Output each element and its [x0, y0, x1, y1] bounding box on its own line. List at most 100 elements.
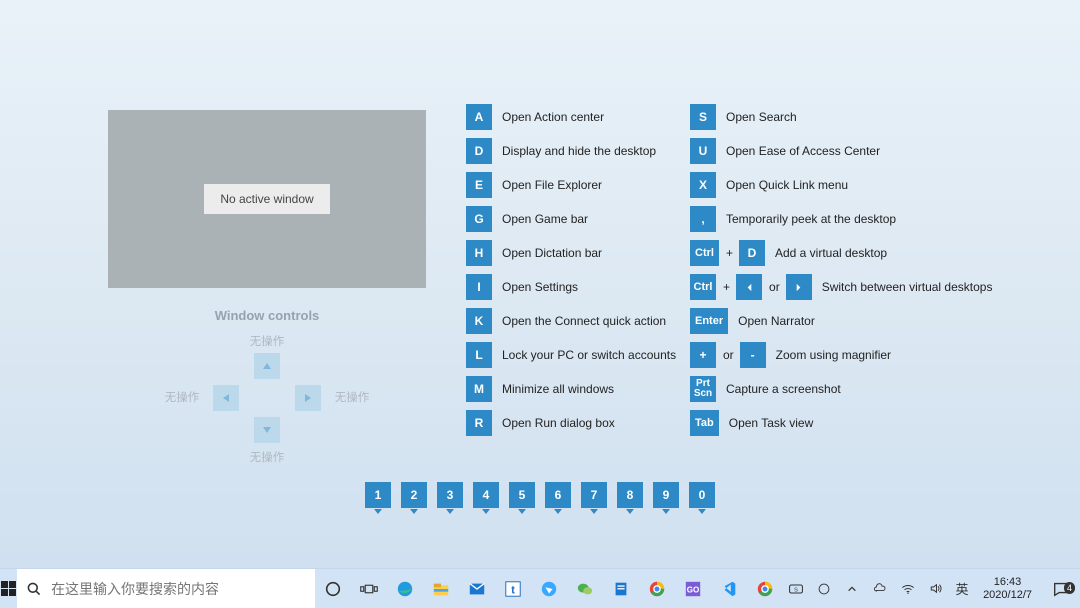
taskbar-search[interactable] [17, 569, 315, 608]
shortcut-key: L [466, 342, 492, 368]
shortcut-key-ctrl: Ctrl [690, 274, 716, 300]
shortcut-row: U Open Ease of Access Center [690, 134, 990, 168]
taskbar-apps: t GO [315, 569, 783, 608]
shortcut-key: E [466, 172, 492, 198]
shortcut-row: I Open Settings [466, 270, 686, 304]
app-t[interactable]: t [495, 569, 531, 608]
shortcut-row: ,Temporarily peek at the desktop [690, 202, 990, 236]
shortcut-row: MMinimize all windows [466, 372, 686, 406]
shortcut-desc: Open Narrator [738, 314, 990, 328]
number-switch-0[interactable]: 0 [689, 482, 715, 508]
windows-logo-icon [1, 581, 16, 596]
shortcut-row: Tab Open Task view [690, 406, 990, 440]
app-explorer[interactable] [423, 569, 459, 608]
shortcut-desc: Zoom using magnifier [776, 348, 990, 362]
tray-clock[interactable]: 16:43 2020/12/7 [975, 576, 1040, 601]
shortcut-desc: Open Quick Link menu [726, 178, 990, 192]
shortcut-desc: Open Ease of Access Center [726, 144, 990, 158]
number-switch-5[interactable]: 5 [509, 482, 535, 508]
app-vscode[interactable] [711, 569, 747, 608]
app-chrome2[interactable] [747, 569, 783, 608]
shortcut-desc: Add a virtual desktop [775, 246, 990, 260]
number-switch-2[interactable]: 2 [401, 482, 427, 508]
tray-onedrive-icon[interactable] [867, 582, 893, 596]
shortcut-key: A [466, 104, 492, 130]
search-input[interactable] [51, 569, 315, 608]
svg-text:GO: GO [687, 585, 700, 594]
shortcut-row: X Open Quick Link menu [690, 168, 990, 202]
shortcut-desc: Open Search [726, 110, 990, 124]
shortcut-desc: Open the Connect quick action [502, 314, 686, 328]
app-wechat[interactable] [567, 569, 603, 608]
tray-wifi-icon[interactable] [895, 582, 921, 596]
shortcut-row: SOpen Search [690, 100, 990, 134]
dpad-right-label: 无操作 [327, 389, 377, 405]
tray-date: 2020/12/7 [983, 589, 1032, 602]
number-switch-9[interactable]: 9 [653, 482, 679, 508]
app-goland[interactable]: GO [675, 569, 711, 608]
dpad-left-button[interactable] [213, 385, 239, 411]
shortcut-key: D [466, 138, 492, 164]
number-switch-7[interactable]: 7 [581, 482, 607, 508]
dpad-left-label: 无操作 [157, 389, 207, 405]
shortcut-desc: Open Game bar [502, 212, 686, 226]
app-notes[interactable] [603, 569, 639, 608]
number-switch-6[interactable]: 6 [545, 482, 571, 508]
tray-volume-icon[interactable] [923, 581, 949, 596]
shortcut-row: Enter Open Narrator [690, 304, 990, 338]
window-controls-panel: Window controls 无操作 无操作 无操作 无操作 [108, 308, 426, 483]
cortana-button[interactable] [315, 569, 351, 608]
taskbar-tray: S 英 16:43 2020/12/7 4 [783, 569, 1080, 608]
tray-ime-label[interactable]: 英 [951, 579, 973, 598]
tray-app-1[interactable]: S [783, 581, 809, 597]
app-edge[interactable] [387, 569, 423, 608]
shortcut-key: D [739, 240, 765, 266]
shortcut-key: K [466, 308, 492, 334]
start-button[interactable] [0, 569, 17, 608]
search-icon [17, 581, 51, 597]
shortcut-key-tab: Tab [690, 410, 719, 436]
number-switch-8[interactable]: 8 [617, 482, 643, 508]
dpad-down-label: 无操作 [237, 449, 297, 465]
shortcut-key-minus: - [740, 342, 766, 368]
shortcut-row: ROpen Run dialog box [466, 406, 686, 440]
shortcuts-overlay: No active window Window controls 无操作 无操作… [0, 0, 1080, 568]
plus-label: + [723, 280, 730, 294]
taskview-button[interactable] [351, 569, 387, 608]
dpad-up-label: 无操作 [237, 333, 297, 349]
shortcut-column-right: SOpen Search U Open Ease of Access Center X… [690, 100, 990, 440]
shortcut-desc: Capture a screenshot [726, 382, 990, 396]
shortcut-key-ctrl: Ctrl [690, 240, 719, 266]
shortcut-desc: Open Task view [729, 416, 990, 430]
taskbar: t GO S 英 16:43 2020/12/7 4 [0, 568, 1080, 608]
shortcut-key: H [466, 240, 492, 266]
app-mail[interactable] [459, 569, 495, 608]
shortcut-key: I [466, 274, 492, 300]
shortcut-row: GOpen Game bar [466, 202, 686, 236]
number-switch-3[interactable]: 3 [437, 482, 463, 508]
or-label: or [723, 348, 734, 362]
shortcut-key: U [690, 138, 716, 164]
shortcut-row: +or-Zoom using magnifier [690, 338, 990, 372]
dpad-right-button[interactable] [295, 385, 321, 411]
shortcut-desc: Open Action center [502, 110, 686, 124]
number-switch-4[interactable]: 4 [473, 482, 499, 508]
active-window-preview: No active window [108, 110, 426, 288]
tray-notifications-button[interactable]: 4 [1042, 580, 1080, 598]
arrow-left-icon [736, 274, 762, 300]
shortcut-key-prtscn: PrtScn [690, 376, 716, 402]
shortcut-key-enter: Enter [690, 308, 728, 334]
dpad-down-button[interactable] [254, 417, 280, 443]
app-chrome[interactable] [639, 569, 675, 608]
app-dingtalk[interactable] [531, 569, 567, 608]
shortcut-row: LLock your PC or switch accounts [466, 338, 686, 372]
tray-app-2[interactable] [811, 582, 837, 596]
shortcut-row: Ctrl + D Add a virtual desktop [690, 236, 990, 270]
number-switch-1[interactable]: 1 [365, 482, 391, 508]
shortcut-desc: Open Settings [502, 280, 686, 294]
shortcut-key: X [690, 172, 716, 198]
plus-label: + [726, 246, 733, 260]
shortcut-desc: Open File Explorer [502, 178, 686, 192]
dpad-up-button[interactable] [254, 353, 280, 379]
tray-overflow-icon[interactable] [839, 584, 865, 594]
